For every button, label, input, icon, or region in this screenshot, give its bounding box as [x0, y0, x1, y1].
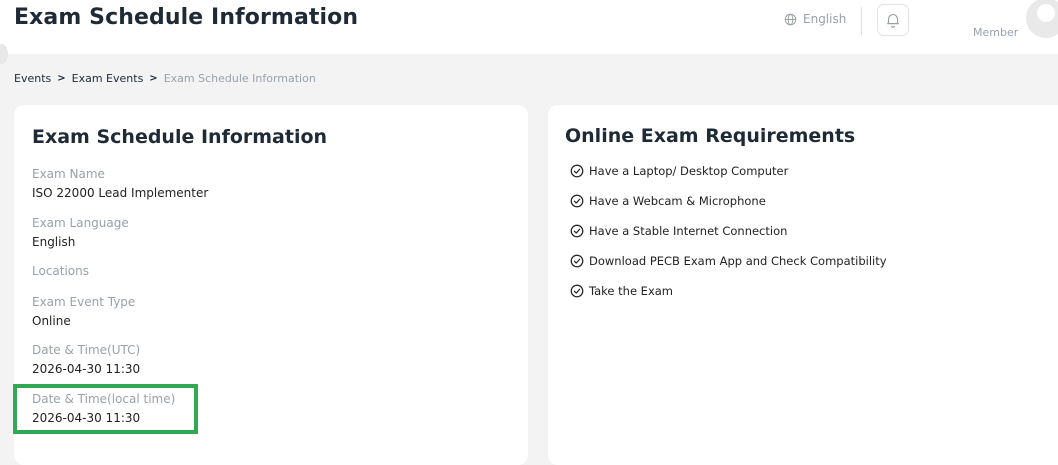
exam-event-type-value: Online: [32, 314, 71, 328]
chevron-right-icon: >: [57, 73, 66, 84]
requirements-list: Have a Laptop/ Desktop Computer Have a W…: [570, 164, 887, 314]
chevron-right-icon: >: [149, 73, 158, 84]
check-circle-icon: [570, 164, 584, 178]
requirement-text: Download PECB Exam App and Check Compati…: [589, 254, 887, 268]
locations-label: Locations: [32, 264, 90, 278]
local-time-highlight: [13, 384, 198, 434]
breadcrumb-item-events[interactable]: Events: [14, 72, 51, 85]
language-selector[interactable]: English: [784, 12, 846, 26]
exam-name-value: ISO 22000 Lead Implementer: [32, 186, 209, 200]
date-time-utc-label: Date & Time(UTC): [32, 343, 141, 357]
requirement-item: Have a Laptop/ Desktop Computer: [570, 164, 887, 194]
header-divider: [861, 7, 862, 35]
requirement-text: Have a Webcam & Microphone: [589, 194, 766, 208]
check-circle-icon: [570, 194, 584, 208]
requirements-card-title: Online Exam Requirements: [565, 125, 856, 147]
exam-language-label: Exam Language: [32, 216, 129, 230]
avatar[interactable]: [1026, 0, 1058, 38]
check-circle-icon: [570, 284, 584, 298]
breadcrumb-item-current: Exam Schedule Information: [163, 72, 316, 85]
requirement-item: Have a Stable Internet Connection: [570, 224, 887, 254]
check-circle-icon: [570, 224, 584, 238]
requirement-item: Have a Webcam & Microphone: [570, 194, 887, 224]
exam-name-label: Exam Name: [32, 167, 105, 181]
check-circle-icon: [570, 254, 584, 268]
breadcrumb-item-exam-events[interactable]: Exam Events: [72, 72, 144, 85]
globe-icon: [784, 13, 797, 25]
requirement-item: Take the Exam: [570, 284, 887, 314]
exam-language-value: English: [32, 235, 76, 249]
notifications-button[interactable]: [877, 4, 909, 36]
sidebar-toggle[interactable]: [0, 44, 8, 64]
date-time-utc-value: 2026-04-30 11:30: [32, 362, 141, 376]
member-label: Member: [973, 26, 1019, 39]
bell-icon: [887, 14, 899, 28]
requirement-text: Take the Exam: [589, 284, 673, 298]
page-title: Exam Schedule Information: [14, 5, 359, 30]
language-label: English: [803, 12, 847, 26]
requirement-text: Have a Stable Internet Connection: [589, 224, 788, 238]
breadcrumb: Events > Exam Events > Exam Schedule Inf…: [14, 72, 316, 85]
top-bar: Exam Schedule Information English Member: [0, 0, 1058, 54]
exam-event-type-label: Exam Event Type: [32, 295, 136, 309]
requirement-text: Have a Laptop/ Desktop Computer: [589, 164, 789, 178]
schedule-card-title: Exam Schedule Information: [32, 126, 328, 148]
online-exam-requirements-card: Online Exam Requirements Have a Laptop/ …: [548, 105, 1058, 465]
avatar-head: [1037, 4, 1055, 22]
requirement-item: Download PECB Exam App and Check Compati…: [570, 254, 887, 284]
